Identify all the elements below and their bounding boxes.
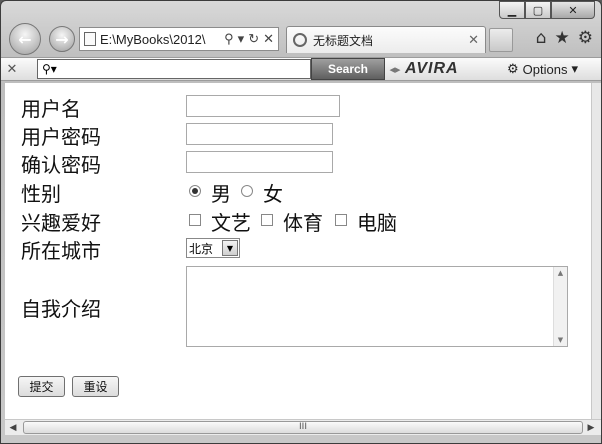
chevron-down-icon: ▾ [571,61,578,76]
magnifier-icon: ⚲▾ [42,62,57,76]
horizontal-scrollbar[interactable]: ◀ III ▶ [5,419,601,435]
page-content: 用户名 用户密码 确认密码 性别 男 女 兴趣爱好 文艺 体育 电脑 所在城市 … [5,83,591,419]
scroll-right-icon[interactable]: ▶ [583,423,599,433]
submit-button[interactable]: 提交 [18,376,65,397]
toolbar-close-icon[interactable]: ✕ [1,62,23,77]
avira-toolbar: ✕ ⚲▾ Search ◂▸ AVIRA ⚙ Options ▾ [1,57,601,81]
window-caption-buttons: ▁ ▢ ✕ [499,1,595,19]
tab-close-icon[interactable]: ✕ [468,33,485,48]
maximize-button[interactable]: ▢ [525,1,551,19]
gears-icon: ⚙ [507,61,519,76]
scroll-left-icon[interactable]: ◀ [5,423,21,433]
stop-icon[interactable]: ✕ [263,31,274,47]
avira-logo[interactable]: AVIRA [405,60,495,78]
forward-button[interactable]: → [49,26,75,52]
confirm-password-label: 确认密码 [21,153,101,177]
city-select[interactable]: 北京 ▼ [186,238,240,258]
tab-title: 无标题文档 [313,33,374,48]
gender-radio-female[interactable] [241,185,253,197]
new-tab-button[interactable] [489,28,513,52]
reset-button[interactable]: 重设 [72,376,119,397]
hobby-option-arts: 文艺 [211,211,251,235]
options-label: Options [522,61,568,77]
textarea-scrollbar[interactable]: ▲ ▼ [553,267,567,346]
search-button[interactable]: Search [311,58,385,80]
intro-label: 自我介绍 [21,297,101,321]
hobby-option-sports: 体育 [283,211,323,235]
page-icon [84,32,96,46]
gender-option-male: 男 [211,182,231,206]
gender-radio-male[interactable] [189,185,201,197]
intro-textarea[interactable]: ▲ ▼ [186,266,568,347]
options-menu[interactable]: ⚙ Options ▾ [507,61,578,77]
username-label: 用户名 [21,97,81,121]
gear-icon[interactable]: ⚙ [578,28,593,48]
toolbar-separator: ◂▸ [389,62,401,76]
username-input[interactable] [186,95,340,117]
city-label: 所在城市 [21,239,101,263]
toolbar-search-input[interactable]: ⚲▾ [37,59,311,79]
hobby-checkbox-sports[interactable] [261,214,273,226]
tab-untitled[interactable]: 无标题文档 ✕ [286,26,486,53]
minimize-button[interactable]: ▁ [499,1,525,19]
back-button[interactable]: ← [9,23,41,55]
gender-option-female: 女 [263,182,283,206]
navigation-bar: ← → E:\MyBooks\2012\ ⚲ ▾ ↻ ✕ 无标题文档 ✕ ⌂ ★… [1,23,601,55]
dropdown-icon[interactable]: ▾ [238,31,245,47]
arrow-left-icon: ← [18,29,32,49]
gender-label: 性别 [21,182,61,206]
ie-icon [293,33,307,47]
browser-window: ▁ ▢ ✕ ← → E:\MyBooks\2012\ ⚲ ▾ ↻ ✕ 无标题文档… [0,0,602,444]
address-bar[interactable]: E:\MyBooks\2012\ ⚲ ▾ ↻ ✕ [79,27,279,51]
vertical-scrollbar[interactable] [591,83,601,419]
scroll-thumb[interactable]: III [23,421,583,434]
city-selected-value: 北京 [189,241,214,256]
scroll-up-icon[interactable]: ▲ [558,269,563,277]
search-icon[interactable]: ⚲ [224,31,234,47]
hobby-checkbox-computer[interactable] [335,214,347,226]
scroll-down-icon[interactable]: ▼ [558,336,563,344]
hobby-label: 兴趣爱好 [21,211,101,235]
password-input[interactable] [186,123,333,145]
chevron-down-icon[interactable]: ▼ [222,240,238,256]
home-icon[interactable]: ⌂ [536,28,547,48]
address-url[interactable]: E:\MyBooks\2012\ [100,32,224,47]
close-window-button[interactable]: ✕ [551,1,595,19]
refresh-icon[interactable]: ↻ [248,31,259,47]
confirm-password-input[interactable] [186,151,333,173]
hobby-option-computer: 电脑 [357,211,397,235]
arrow-right-icon: → [55,29,69,49]
password-label: 用户密码 [21,125,101,149]
hobby-checkbox-arts[interactable] [189,214,201,226]
favorites-star-icon[interactable]: ★ [555,28,570,48]
